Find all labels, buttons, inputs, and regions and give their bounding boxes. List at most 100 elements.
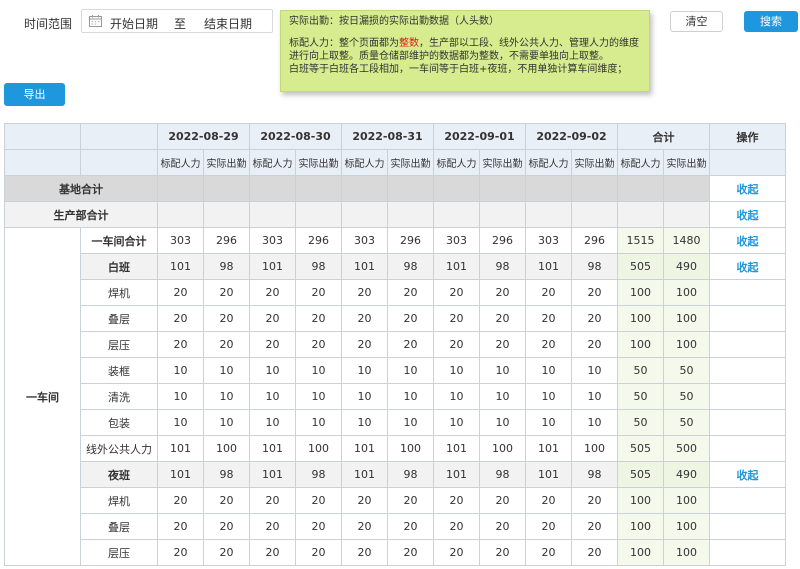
value-cell: 505 [617,253,664,280]
time-range-label: 时间范围 [24,17,73,31]
operation-cell: 收起 [709,227,786,254]
operation-cell [709,383,786,410]
table-row: 焊机 20 20 20 20 20 20 20 20 20 20 100 100 [5,487,786,514]
value-cell: 10 [525,383,572,410]
value-cell: 50 [617,357,664,384]
collapse-link[interactable]: 收起 [737,235,759,248]
value-cell: 20 [479,331,526,358]
header-standard-staff: 标配人力 [617,149,664,176]
value-cell [341,201,388,228]
value-cell: 20 [295,539,342,566]
value-cell: 303 [249,227,296,254]
note-line: 进行向上取整。质量仓储部维护的数据都为整数，不需要单独向上取整。 [289,51,609,62]
note-text: ，生产部以工段、线外公共人力、管理人力的维度 [419,38,639,49]
value-cell: 10 [249,383,296,410]
value-cell: 20 [249,539,296,566]
note-text: 标配人力：整个页面都为 [289,38,399,49]
value-cell [479,175,526,202]
header-standard-staff: 标配人力 [157,149,204,176]
value-cell: 100 [203,435,250,462]
value-cell: 50 [617,409,664,436]
value-cell: 50 [663,357,710,384]
value-cell [663,175,710,202]
value-cell: 20 [479,279,526,306]
value-cell: 303 [433,227,480,254]
value-cell: 100 [663,331,710,358]
row-label: 线外公共人力 [80,435,158,462]
value-cell: 505 [617,435,664,462]
header-date: 2022-08-31 [341,123,434,150]
header-standard-staff: 标配人力 [525,149,572,176]
note-line: 实际出勤：按日漏损的实际出勤数据（人头数） [289,16,499,27]
value-cell: 20 [433,305,480,332]
value-cell: 10 [479,357,526,384]
value-cell: 20 [249,305,296,332]
value-cell: 100 [663,539,710,566]
header-actual-attendance: 实际出勤 [203,149,250,176]
clear-button[interactable]: 清空 [670,11,723,32]
header-actual-attendance: 实际出勤 [663,149,710,176]
value-cell: 505 [617,461,664,488]
value-cell [433,201,480,228]
value-cell: 20 [295,305,342,332]
start-date-input[interactable]: 开始日期 [110,15,158,32]
header-corner [80,123,158,150]
table-row: 叠层 20 20 20 20 20 20 20 20 20 20 100 100 [5,513,786,540]
operation-cell: 收起 [709,253,786,280]
value-cell: 20 [295,487,342,514]
value-cell: 10 [249,409,296,436]
table-row: 层压 20 20 20 20 20 20 20 20 20 20 100 100 [5,331,786,358]
value-cell: 20 [433,487,480,514]
header-row-metrics: 标配人力 实际出勤 标配人力 实际出勤 标配人力 实际出勤 标配人力 实际出勤 标配人力 实际出勤… [4,149,786,176]
collapse-link[interactable]: 收起 [737,469,759,482]
value-cell: 296 [387,227,434,254]
header-actual-attendance: 实际出勤 [479,149,526,176]
operation-cell [709,279,786,306]
value-cell: 98 [479,461,526,488]
value-cell: 20 [203,539,250,566]
operation-cell [709,513,786,540]
value-cell: 101 [249,461,296,488]
collapse-link[interactable]: 收起 [737,209,759,222]
value-cell: 10 [387,409,434,436]
value-cell: 20 [387,331,434,358]
date-range-picker[interactable]: 开始日期 至 结束日期 [81,9,273,33]
value-cell: 20 [433,331,480,358]
value-cell: 98 [571,461,618,488]
value-cell: 50 [663,409,710,436]
value-cell [157,201,204,228]
table-row-base-total: 基地合计 收起 [4,175,786,202]
value-cell: 10 [295,383,342,410]
row-label: 生产部合计 [4,201,158,228]
value-cell: 10 [433,409,480,436]
row-label: 装框 [80,357,158,384]
value-cell: 303 [341,227,388,254]
search-button[interactable]: 搜索 [744,11,798,32]
value-cell [617,175,664,202]
end-date-input[interactable]: 结束日期 [204,15,252,32]
value-cell: 20 [249,487,296,514]
value-cell: 20 [295,513,342,540]
value-cell: 500 [663,435,710,462]
value-cell: 20 [203,305,250,332]
table-row: 焊机 20 20 20 20 20 20 20 20 20 20 100 100 [5,279,786,306]
export-button[interactable]: 导出 [4,83,65,106]
value-cell: 50 [663,383,710,410]
collapse-link[interactable]: 收起 [737,183,759,196]
operation-cell [709,435,786,462]
value-cell: 20 [433,539,480,566]
row-label: 包装 [80,409,158,436]
value-cell: 101 [525,461,572,488]
value-cell: 20 [157,513,204,540]
value-cell: 20 [525,331,572,358]
value-cell: 20 [157,331,204,358]
value-cell: 100 [663,513,710,540]
value-cell: 101 [157,253,204,280]
value-cell: 20 [479,487,526,514]
collapse-link[interactable]: 收起 [737,261,759,274]
row-label: 焊机 [80,487,158,514]
value-cell: 20 [571,279,618,306]
operation-cell: 收起 [709,461,786,488]
value-cell: 101 [157,461,204,488]
value-cell: 98 [203,461,250,488]
